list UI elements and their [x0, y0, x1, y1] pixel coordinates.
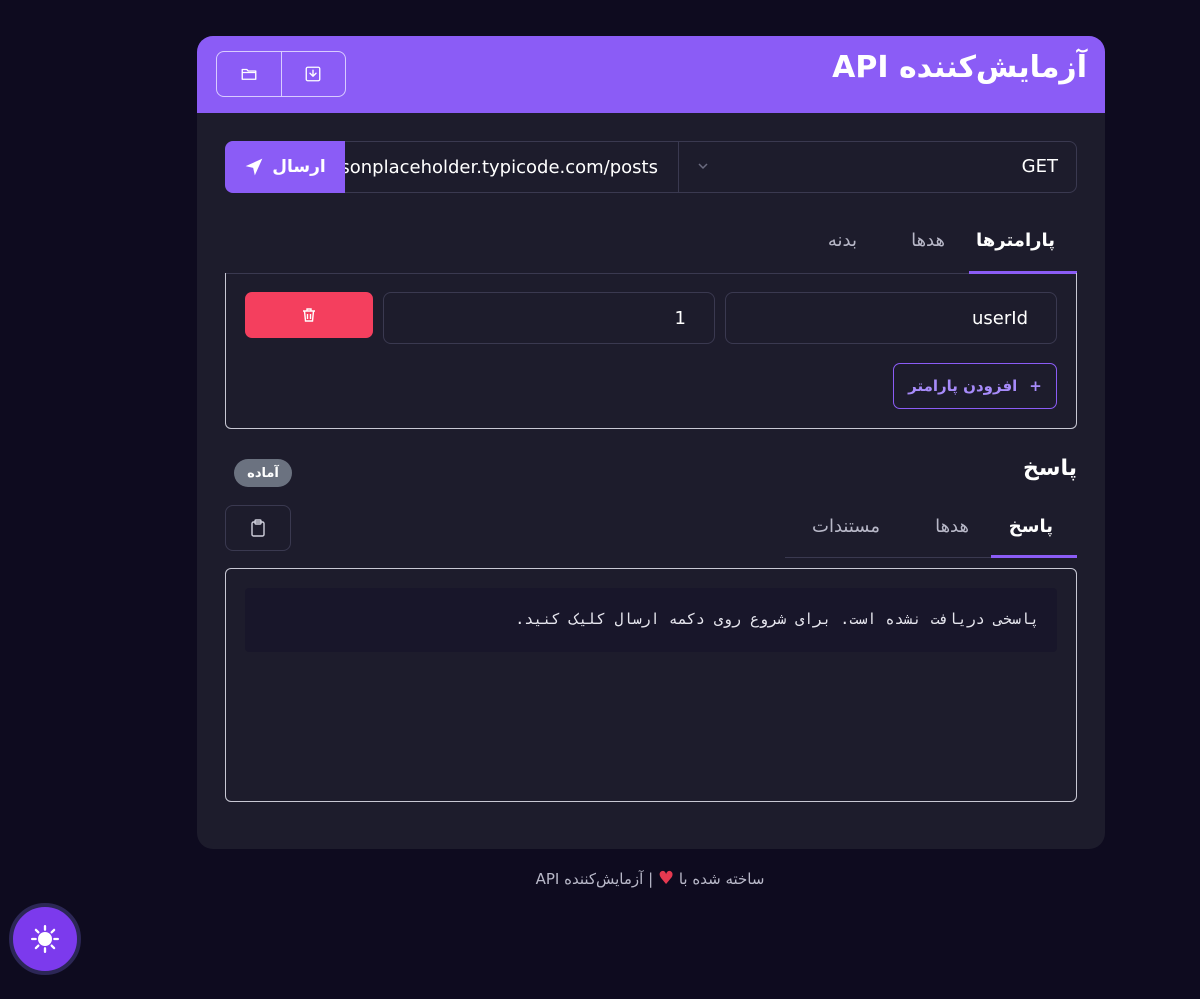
method-value: GET	[1021, 156, 1058, 177]
add-param-label: افزودن پارامتر	[908, 377, 1018, 395]
header: آزمایش‌کننده API	[197, 36, 1105, 113]
delete-param-button[interactable]	[245, 292, 373, 338]
app-title: آزمایش‌کننده API	[832, 50, 1087, 85]
chevron-down-icon	[698, 163, 708, 170]
api-tester-card: آزمایش‌کننده API ارسال ht	[197, 36, 1105, 849]
download-icon	[305, 66, 321, 82]
tab-response-headers[interactable]: هدها	[935, 516, 969, 537]
trash-icon	[303, 308, 315, 322]
response-body: پاسخی دریافت نشده است. برای شروع روی دکم…	[245, 588, 1057, 652]
response-tabs: پاسخ هدها مستندات	[785, 498, 1077, 558]
footer-prefix: ساخته شده با	[678, 870, 765, 888]
request-bar: ارسال https://jsonplaceholder.typicode.c…	[225, 141, 1077, 193]
sun-icon	[31, 925, 59, 953]
heart-icon: ♥	[657, 868, 675, 889]
param-key-value: userId	[972, 307, 1028, 329]
footer: ساخته شده با ♥ | آزمایش‌کننده API	[0, 868, 1200, 889]
theme-toggle-button[interactable]	[9, 903, 81, 975]
paper-plane-icon	[245, 158, 263, 176]
open-folder-button[interactable]	[217, 52, 281, 96]
response-panel: پاسخی دریافت نشده است. برای شروع روی دکم…	[225, 568, 1077, 802]
add-param-button[interactable]: + افزودن پارامتر	[893, 363, 1057, 409]
send-button[interactable]: ارسال	[225, 141, 345, 193]
tab-headers[interactable]: هدها	[911, 230, 945, 251]
download-button[interactable]	[280, 52, 346, 96]
folder-icon	[241, 68, 257, 80]
param-key-input[interactable]: userId	[725, 292, 1057, 344]
tab-params[interactable]: پارامترها	[976, 230, 1055, 251]
footer-suffix: | آزمایش‌کننده API	[535, 870, 654, 888]
status-badge: آماده	[234, 459, 292, 487]
params-panel: userId 1 + افزودن پارامتر	[225, 273, 1077, 429]
param-value-value: 1	[674, 307, 686, 329]
header-button-group	[216, 51, 346, 97]
send-label: ارسال	[272, 157, 326, 177]
clipboard-icon	[251, 519, 265, 537]
tab-docs[interactable]: مستندات	[812, 516, 880, 537]
tab-body[interactable]: بدنه	[828, 230, 857, 251]
copy-button[interactable]	[225, 505, 291, 551]
url-value: https://jsonplaceholder.typicode.com/pos…	[345, 156, 658, 178]
plus-icon: +	[1029, 377, 1042, 395]
tab-response[interactable]: پاسخ	[1009, 516, 1053, 537]
method-select[interactable]: GET	[678, 141, 1077, 193]
active-response-tab-indicator	[991, 555, 1077, 558]
response-title: پاسخ	[1022, 456, 1077, 481]
url-input[interactable]: https://jsonplaceholder.typicode.com/pos…	[345, 141, 678, 193]
request-tabs: پارامترها هدها بدنه	[225, 212, 1077, 274]
param-value-input[interactable]: 1	[383, 292, 715, 344]
